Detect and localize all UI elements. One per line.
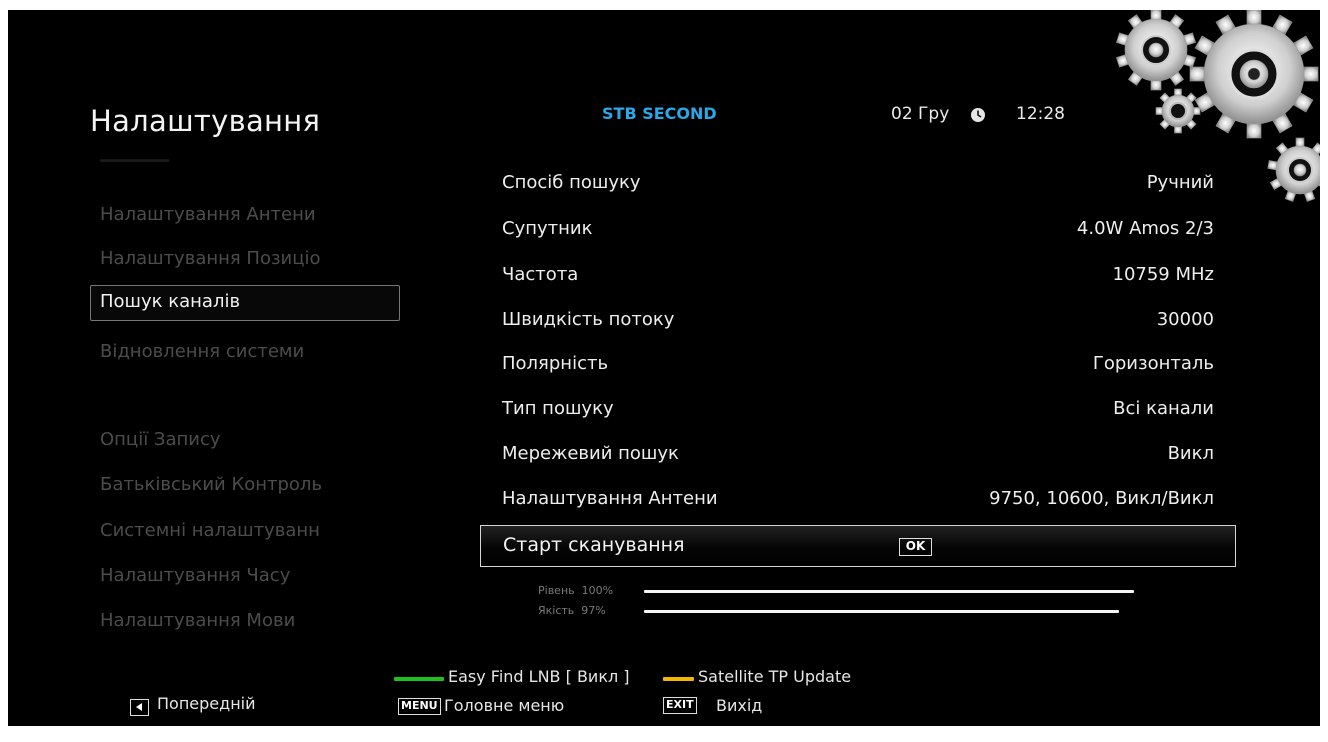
setting-label: Мережевий пошук [502, 443, 679, 464]
setting-value: 4.0W Amos 2/3 [1076, 218, 1214, 239]
setting-label: Супутник [502, 218, 593, 239]
signal-level-label: Рівень 100% [538, 584, 614, 597]
sidebar-item-antenna-setup[interactable]: Налаштування Антени [100, 204, 316, 225]
setting-label: Налаштування Антени [502, 488, 718, 509]
signal-quality-bar [644, 610, 1120, 613]
setting-row-antenna-setup[interactable]: Налаштування Антени 9750, 10600, Викл/Ви… [502, 488, 1214, 514]
start-scan-button[interactable]: Старт сканування OK [480, 525, 1236, 567]
menu-group-ghost: ▔▔▔▔▔ [100, 160, 170, 181]
back-label: Попередній [157, 694, 256, 713]
setting-row-search-mode[interactable]: Спосіб пошуку Ручний [502, 172, 1214, 198]
setting-value: 10759 MHz [1112, 264, 1215, 285]
signal-quality-label: Якість 97% [538, 604, 606, 617]
setting-label: Спосіб пошуку [502, 172, 641, 193]
sidebar-item-language-settings[interactable]: Налаштування Мови [100, 610, 295, 631]
page-title: Налаштування [90, 104, 321, 138]
setting-value: 30000 [1156, 309, 1214, 330]
exit-key-icon: EXIT [663, 697, 697, 714]
setting-row-satellite[interactable]: Супутник 4.0W Amos 2/3 [502, 218, 1214, 244]
setting-value: Ручний [1146, 172, 1214, 193]
setting-value: Горизонталь [1092, 353, 1214, 374]
ok-key-icon: OK [899, 538, 932, 556]
sidebar-item-channel-search[interactable]: Пошук каналів [90, 285, 400, 321]
green-key-label: Easy Find LNB [ Викл ] [448, 667, 630, 686]
sidebar-item-system-restore[interactable]: Відновлення системи [100, 341, 304, 362]
setting-label: Полярність [502, 353, 609, 374]
setting-row-symbol-rate[interactable]: Швидкість потоку 30000 [502, 309, 1214, 335]
start-scan-label: Старт сканування [503, 534, 685, 556]
date-text: 02 Гру [891, 104, 950, 124]
setting-row-network-search[interactable]: Мережевий пошук Викл [502, 443, 1214, 469]
setting-row-frequency[interactable]: Частота 10759 MHz [502, 264, 1214, 290]
sidebar-item-positioner-setup[interactable]: Налаштування Позиціо [100, 248, 321, 269]
sidebar-item-parental-control[interactable]: Батьківський Контроль [100, 474, 322, 495]
setting-value: 9750, 10600, Викл/Викл [989, 488, 1214, 509]
left-arrow-key-icon [130, 699, 149, 716]
sidebar-item-time-settings[interactable]: Налаштування Часу [100, 565, 290, 586]
setting-label: Швидкість потоку [502, 309, 675, 330]
yellow-key-label: Satellite TP Update [698, 667, 852, 686]
setting-row-search-type[interactable]: Тип пошуку Всі канали [502, 398, 1214, 424]
sidebar-item-record-options[interactable]: Опції Запису [100, 429, 221, 450]
signal-level-bar [644, 590, 1134, 593]
green-key-icon [394, 677, 444, 681]
time-text: 12:28 [1016, 104, 1065, 124]
setting-value: Викл [1167, 443, 1214, 464]
exit-label: Вихід [716, 696, 763, 715]
tv-screen: Налаштування STB SECOND 02 Гру 12:28 ▔▔▔… [8, 10, 1320, 726]
setting-row-polarity[interactable]: Полярність Горизонталь [502, 353, 1214, 379]
clock-icon [971, 108, 985, 122]
setting-value: Всі канали [1113, 398, 1214, 419]
device-name: STB SECOND [602, 104, 717, 123]
main-menu-label: Головне меню [444, 696, 565, 715]
yellow-key-icon [663, 677, 694, 681]
setting-label: Тип пошуку [502, 398, 614, 419]
menu-key-icon: MENU [398, 698, 441, 715]
setting-label: Частота [502, 264, 579, 285]
sidebar-item-system-settings[interactable]: Системні налаштуванн [100, 520, 320, 541]
